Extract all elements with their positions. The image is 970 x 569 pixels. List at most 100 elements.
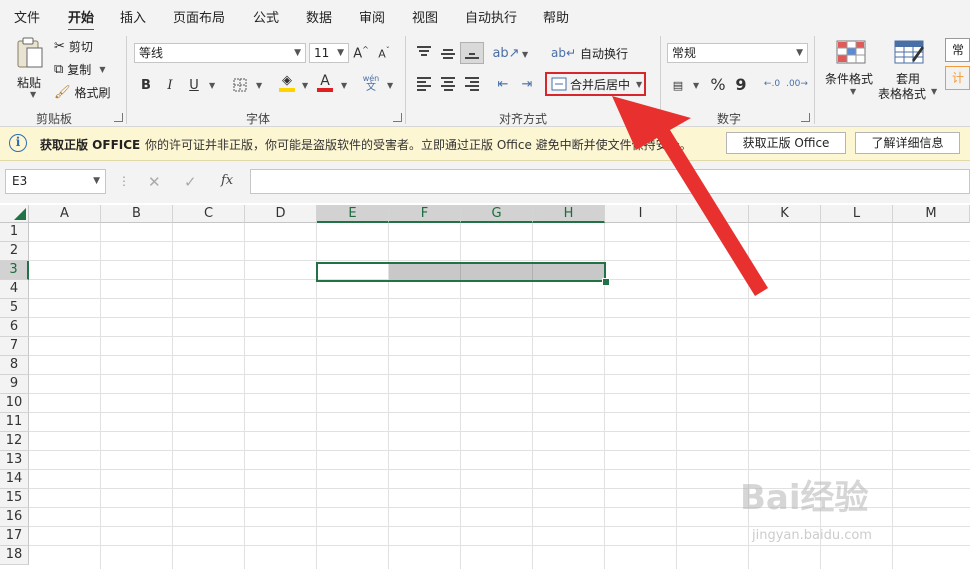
row-header[interactable]: 8 [0, 356, 29, 375]
info-message: 你的许可证并非正版，你可能是盗版软件的受害者。立即通过正版 Office 避免中… [145, 138, 692, 152]
cell-style-normal[interactable]: 常规 [945, 38, 970, 62]
font-name-select[interactable]: 等线 ▼ [134, 43, 306, 63]
row-header[interactable]: 15 [0, 489, 29, 508]
clipboard-group-label: 剪贴板 [36, 112, 73, 126]
column-header[interactable]: I [605, 205, 677, 223]
currency-button[interactable]: ▤ [668, 74, 688, 96]
menu-data[interactable]: 数据 [306, 7, 332, 26]
row-header[interactable]: 16 [0, 508, 29, 527]
column-header[interactable]: M [893, 205, 970, 223]
decrease-indent-button[interactable]: ⇤ [493, 73, 513, 95]
orientation-button[interactable]: ab↗ [492, 42, 519, 64]
borders-button[interactable] [229, 74, 251, 96]
menu-help[interactable]: 帮助 [543, 7, 569, 26]
bold-button[interactable]: B [137, 74, 155, 96]
column-header[interactable]: E [317, 205, 389, 223]
row-header[interactable]: 11 [0, 413, 29, 432]
merge-center-button[interactable]: 合并后居中 ▼ [545, 72, 646, 96]
chevron-down-icon: ▼ [99, 64, 106, 74]
info-icon: i [9, 134, 27, 152]
menu-automate[interactable]: 自动执行 [465, 7, 517, 26]
format-as-table-button[interactable]: 套用 表格格式 ▼ [878, 38, 940, 102]
row-header[interactable]: 3 [0, 261, 29, 280]
copy-button[interactable]: ⧉ 复制 ▼ [54, 60, 105, 78]
row-header[interactable]: 17 [0, 527, 29, 546]
menu-page-layout[interactable]: 页面布局 [173, 7, 225, 26]
select-all-button[interactable] [0, 205, 29, 223]
fill-color-button[interactable]: ◈ [276, 72, 298, 94]
row-header[interactable]: 13 [0, 451, 29, 470]
align-bottom-icon [465, 53, 479, 61]
insert-function-icon[interactable]: fx [221, 173, 233, 188]
paste-button[interactable]: 粘贴 ▼ [10, 36, 50, 99]
align-top-icon[interactable] [417, 46, 431, 58]
format-painter-button[interactable]: 🖌 格式刷 [54, 83, 111, 101]
italic-button[interactable]: I [161, 74, 179, 96]
font-launcher-icon[interactable] [393, 113, 402, 122]
align-left-icon[interactable] [417, 77, 431, 93]
column-header[interactable]: L [821, 205, 893, 223]
column-header[interactable]: A [29, 205, 101, 223]
decrease-font-button[interactable]: Aˇ [375, 42, 393, 64]
row-header[interactable]: 2 [0, 242, 29, 261]
fill-handle[interactable] [602, 278, 610, 286]
row-header[interactable]: 18 [0, 546, 29, 565]
font-size-select[interactable]: 11 ▼ [309, 43, 349, 63]
comma-button[interactable]: 9 [733, 73, 749, 95]
menu-home[interactable]: 开始 [68, 7, 95, 32]
row-header[interactable]: 1 [0, 223, 29, 242]
column-header[interactable]: C [173, 205, 245, 223]
align-right-icon[interactable] [465, 77, 479, 93]
menu-file[interactable]: 文件 [14, 7, 40, 26]
align-bottom-button[interactable] [460, 42, 484, 64]
row-header[interactable]: 7 [0, 337, 29, 356]
number-format-select[interactable]: 常规 ▼ [667, 43, 808, 63]
alignment-launcher-icon[interactable] [647, 113, 656, 122]
cancel-icon[interactable]: ✕ [148, 173, 161, 191]
name-box[interactable]: E3 ▼ [5, 169, 106, 194]
column-header[interactable]: F [389, 205, 461, 223]
align-center-icon[interactable] [441, 77, 455, 93]
menu-insert[interactable]: 插入 [120, 7, 146, 26]
percent-button[interactable]: % [708, 73, 728, 95]
align-middle-icon[interactable] [441, 49, 455, 61]
column-header[interactable]: J [677, 205, 749, 223]
column-header[interactable]: B [101, 205, 173, 223]
wrap-text-button[interactable]: ab↵ 自动换行 [551, 44, 628, 62]
name-box-value: E3 [12, 174, 28, 188]
menu-view[interactable]: 视图 [412, 7, 438, 26]
menu-review[interactable]: 审阅 [359, 7, 385, 26]
menu-formulas[interactable]: 公式 [253, 7, 279, 26]
confirm-icon[interactable]: ✓ [184, 173, 197, 191]
cut-button[interactable]: ✂ 剪切 [54, 37, 93, 55]
chevron-down-icon: ▼ [850, 87, 857, 96]
gridline [676, 223, 677, 569]
column-header[interactable]: G [461, 205, 533, 223]
increase-indent-button[interactable]: ⇥ [517, 73, 537, 95]
learn-more-button[interactable]: 了解详细信息 [855, 132, 960, 154]
number-launcher-icon[interactable] [801, 113, 810, 122]
font-color-button[interactable]: A [314, 72, 336, 94]
row-header[interactable]: 4 [0, 280, 29, 299]
clipboard-launcher-icon[interactable] [114, 113, 123, 122]
column-header[interactable]: H [533, 205, 605, 223]
group-divider [126, 36, 127, 124]
row-header[interactable]: 12 [0, 432, 29, 451]
underline-button[interactable]: U [185, 74, 203, 96]
row-header[interactable]: 10 [0, 394, 29, 413]
row-header[interactable]: 6 [0, 318, 29, 337]
increase-decimal-button[interactable]: ←.0 [762, 73, 782, 95]
column-header[interactable]: D [245, 205, 317, 223]
selected-range-border[interactable] [316, 262, 606, 282]
increase-font-button[interactable]: A^ [352, 42, 370, 64]
phonetic-button[interactable]: wén 文 [360, 72, 382, 94]
row-header[interactable]: 14 [0, 470, 29, 489]
row-header[interactable]: 5 [0, 299, 29, 318]
formula-input[interactable] [250, 169, 970, 194]
column-header[interactable]: K [749, 205, 821, 223]
get-genuine-button[interactable]: 获取正版 Office [726, 132, 846, 154]
conditional-format-button[interactable]: 条件格式 ▼ [824, 38, 878, 102]
cell-style-calculation[interactable]: 计算 [945, 66, 970, 90]
row-header[interactable]: 9 [0, 375, 29, 394]
decrease-decimal-button[interactable]: .00→ [786, 73, 808, 95]
